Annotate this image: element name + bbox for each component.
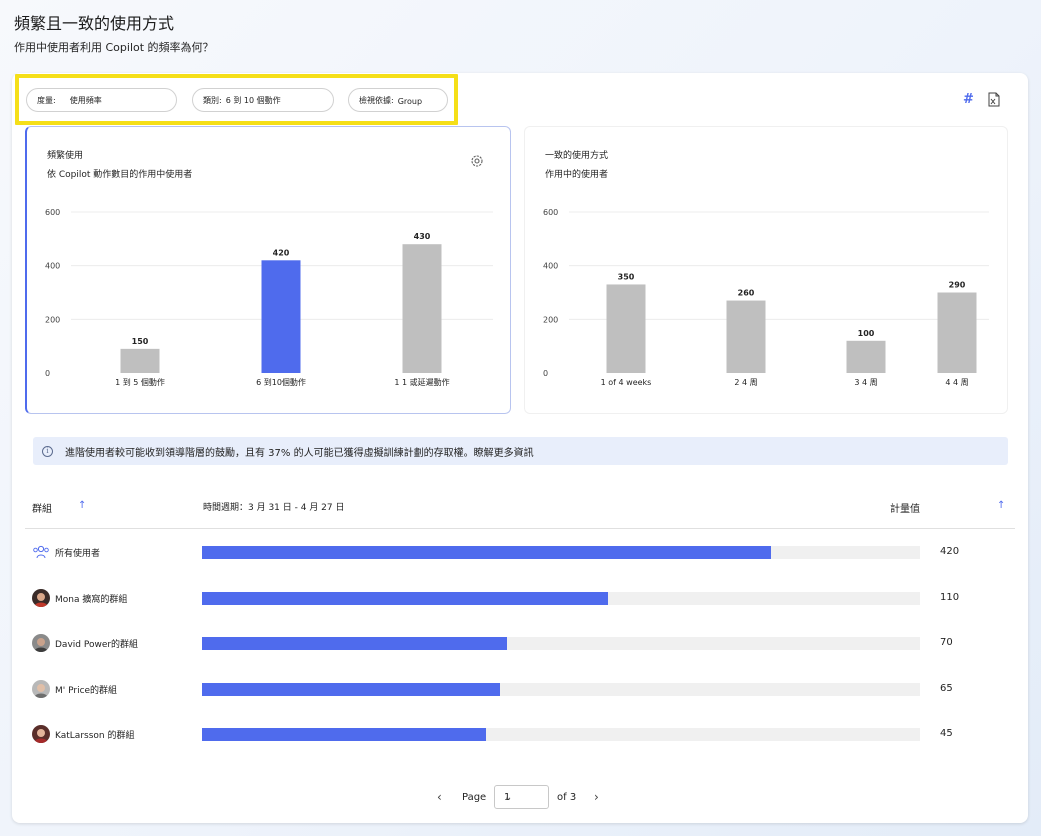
row-bar xyxy=(202,637,507,650)
y-tick-label: 0 xyxy=(543,369,548,378)
x-tick-label: 1 of 4 weeks xyxy=(601,378,652,387)
bar xyxy=(120,348,160,373)
row-bar-track xyxy=(202,592,920,605)
hash-icon[interactable]: # xyxy=(963,92,974,107)
row-value: 70 xyxy=(940,637,953,648)
x-tick-label: 4 4 周 xyxy=(945,378,968,387)
bar xyxy=(402,244,442,373)
bar xyxy=(937,292,977,373)
page-title: 頻繁且一致的使用方式 xyxy=(14,14,175,33)
table-row[interactable]: Mona 擴窩的群組 110 xyxy=(25,586,1015,610)
y-tick-label: 0 xyxy=(45,369,50,378)
category-filter-key: 類別: xyxy=(203,95,222,105)
column-metric[interactable]: 計量值 xyxy=(890,500,920,515)
info-text[interactable]: 進階使用者較可能收到領導階層的鼓勵，且有 37% 的人可能已獲得虛擬訓練計劃的存… xyxy=(65,444,534,459)
viewby-filter-key: 檢視依據: xyxy=(359,95,394,105)
data-label: 430 xyxy=(414,232,431,241)
y-tick-label: 200 xyxy=(45,315,60,324)
chart-left-plot: 0 200 400 600 150 1 到 5 個動作 420 6 到10個動作 430 1 1 … xyxy=(45,208,493,387)
metric-filter[interactable]: 度量: 使用頻率 xyxy=(26,88,177,112)
group-icon xyxy=(33,545,49,559)
viewby-filter[interactable]: 檢視依據: Group xyxy=(348,88,448,112)
sort-arrow-icon[interactable]: ↑ xyxy=(997,500,1005,511)
row-value: 420 xyxy=(940,546,960,557)
row-bar xyxy=(202,683,501,696)
data-label: 290 xyxy=(949,281,966,290)
chevron-right-icon[interactable]: › xyxy=(594,790,599,804)
data-label: 100 xyxy=(858,329,875,338)
row-label: Mona 擴窩的群組 xyxy=(55,595,128,605)
row-value: 65 xyxy=(940,683,953,694)
table-row[interactable]: 所有使用者 420 xyxy=(25,540,1015,564)
y-tick-label: 600 xyxy=(45,208,60,217)
column-period: 時間週期：3 月 31 日 - 4 月 27 日 xyxy=(203,503,345,513)
bar xyxy=(606,284,646,373)
row-bar-track xyxy=(202,683,920,696)
avatar xyxy=(32,725,50,743)
row-bar-track xyxy=(202,728,920,741)
row-bar-track xyxy=(202,546,920,559)
x-tick-label: 1 到 5 個動作 xyxy=(115,377,165,387)
chart-right-plot: 0 200 400 600 350 1 of 4 weeks 260 2 4 周 100 3 4 … xyxy=(543,208,989,387)
bar xyxy=(261,260,301,373)
row-bar-track xyxy=(202,637,920,650)
avatar xyxy=(32,680,50,698)
x-tick-label: 2 4 周 xyxy=(734,378,757,387)
column-group[interactable]: 群組 xyxy=(32,500,52,515)
x-tick-label: 1 1 或延遲動作 xyxy=(394,377,449,387)
category-filter-value: 6 到 10 個動作 xyxy=(225,95,281,105)
row-label: David Power的群組 xyxy=(55,640,139,650)
data-label: 350 xyxy=(618,272,635,281)
page-subtitle: 作用中使用者利用 Copilot 的頻率為何？ xyxy=(14,41,214,54)
row-label: 所有使用者 xyxy=(55,549,101,559)
y-tick-label: 400 xyxy=(45,262,60,271)
row-bar xyxy=(202,592,609,605)
table-header: 群組 ↑ 時間週期：3 月 31 日 - 4 月 27 日 計量值 ↑ xyxy=(25,490,1015,529)
row-label: M' Price的群組 xyxy=(55,686,118,696)
y-tick-label: 600 xyxy=(543,208,558,217)
consistent-usage-chart: 一致的使用方式 作用中的使用者 0 200 400 600 350 1 of 4 week… xyxy=(524,126,1008,414)
avatar xyxy=(32,589,50,607)
pagination: ‹ Page 1 ⌄ of 3 › xyxy=(0,785,1041,811)
viewby-filter-value: Group xyxy=(397,97,423,106)
info-banner: i 進階使用者較可能收到領導階層的鼓勵，且有 37% 的人可能已獲得虛擬訓練計劃… xyxy=(33,437,1008,465)
data-label: 150 xyxy=(132,337,149,346)
row-bar xyxy=(202,546,771,559)
row-label: KatLarsson 的群組 xyxy=(55,731,135,741)
row-value: 45 xyxy=(940,728,953,739)
table-row[interactable]: KatLarsson 的群組 45 xyxy=(25,722,1015,746)
data-label: 420 xyxy=(273,248,290,257)
category-filter[interactable]: 類別: 6 到 10 個動作 xyxy=(192,88,334,112)
page-select[interactable]: 1 ⌄ xyxy=(494,785,549,809)
data-label: 260 xyxy=(738,289,755,298)
x-tick-label: 6 到10個動作 xyxy=(256,377,306,387)
table-row[interactable]: David Power的群組 70 xyxy=(25,631,1015,655)
export-excel-icon[interactable] xyxy=(988,92,1000,107)
frequent-usage-chart: 頻繁使用 依 Copilot 動作數目的作用中使用者 0 200 400 600 150… xyxy=(25,126,511,414)
info-icon: i xyxy=(42,445,53,457)
table-row[interactable]: M' Price的群組 65 xyxy=(25,677,1015,701)
avatar xyxy=(32,634,50,652)
row-value: 110 xyxy=(940,592,960,603)
chevron-down-icon: ⌄ xyxy=(504,792,513,803)
x-tick-label: 3 4 周 xyxy=(854,378,877,387)
metric-filter-value: 使用頻率 xyxy=(69,95,102,105)
row-bar xyxy=(202,728,487,741)
y-tick-label: 200 xyxy=(543,315,558,324)
page-total: of 3 xyxy=(557,792,577,803)
bar xyxy=(846,340,886,373)
metric-filter-key: 度量: xyxy=(37,95,56,105)
sort-arrow-icon[interactable]: ↑ xyxy=(78,500,86,511)
y-tick-label: 400 xyxy=(543,262,558,271)
chevron-left-icon[interactable]: ‹ xyxy=(437,790,442,804)
page-label: Page xyxy=(462,792,487,803)
bar xyxy=(726,300,766,373)
